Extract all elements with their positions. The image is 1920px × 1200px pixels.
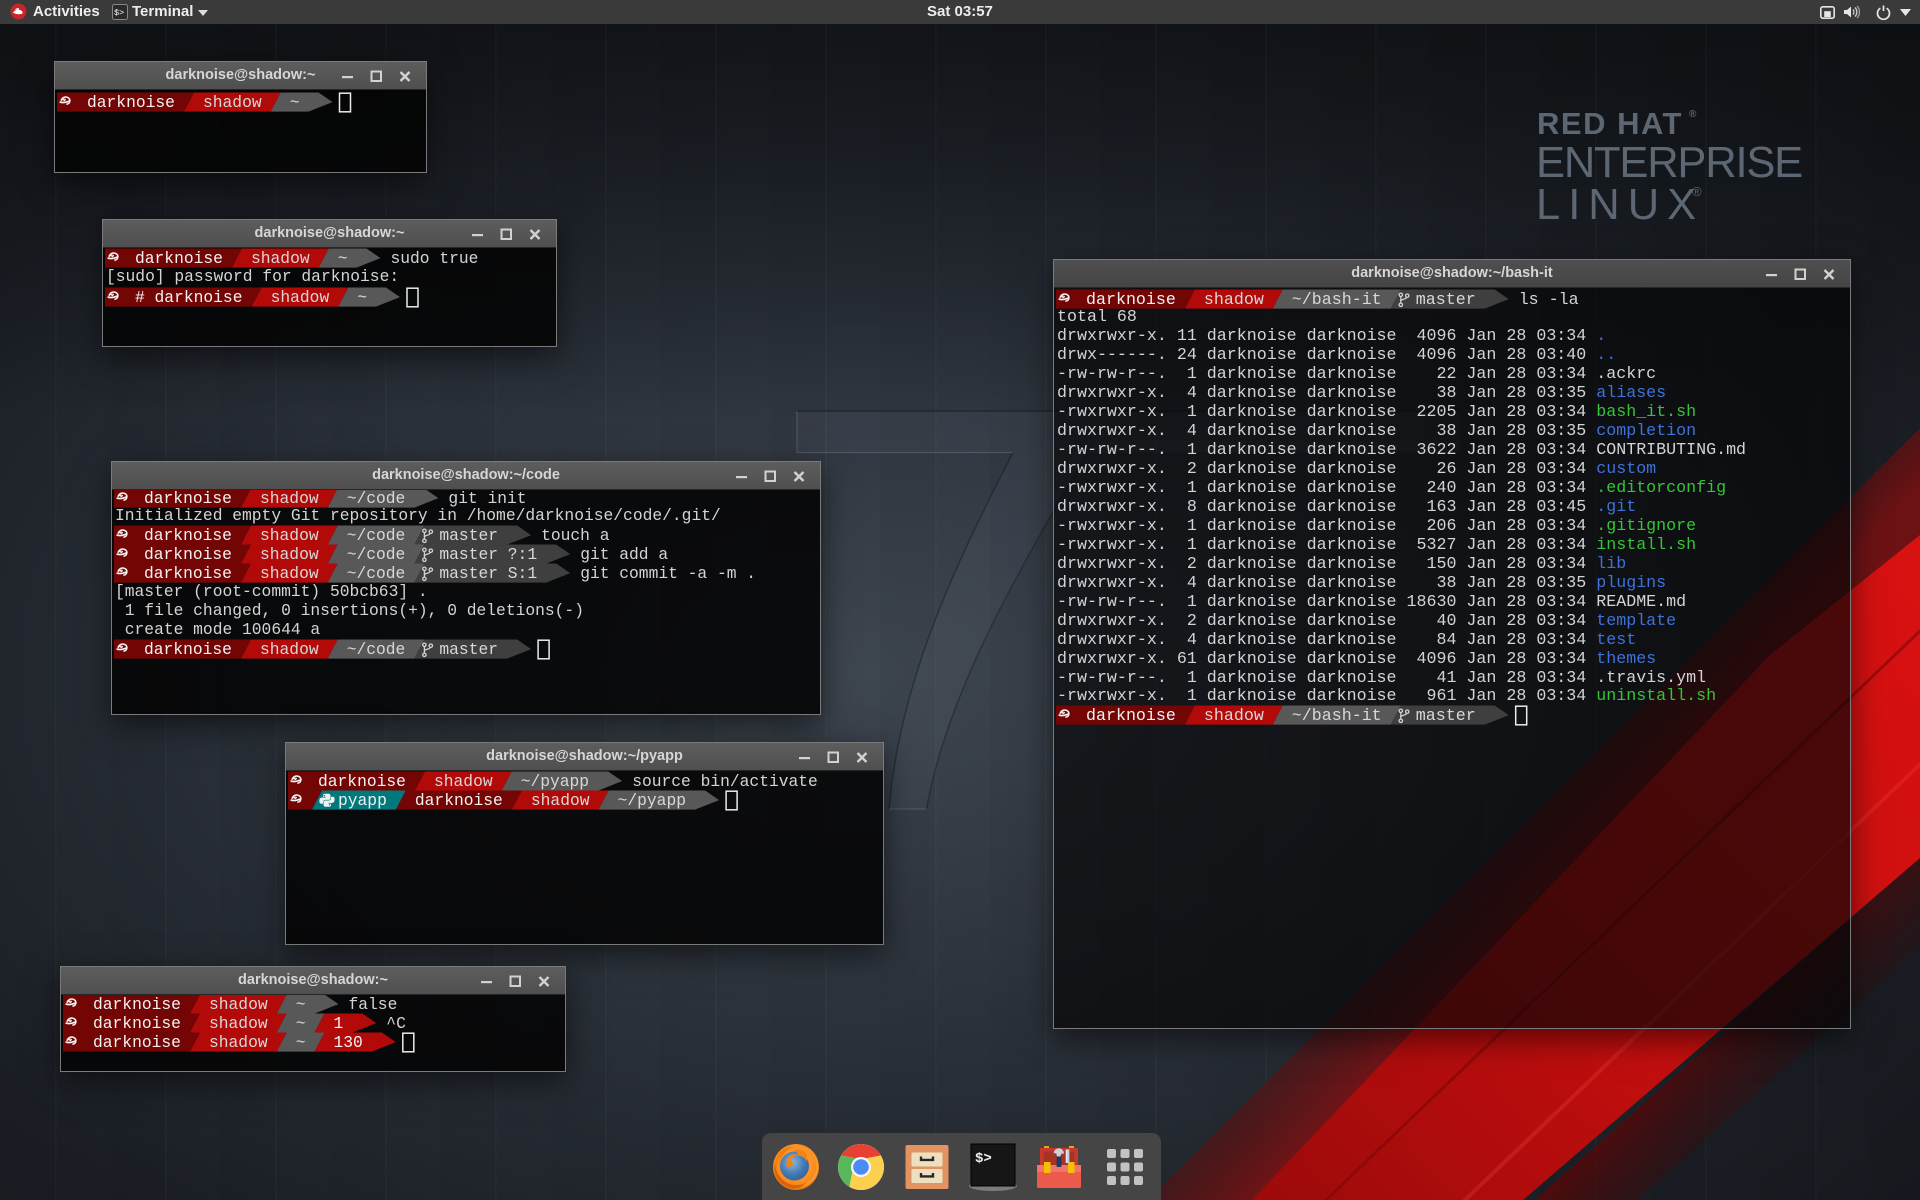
svg-text:darknoise: darknoise xyxy=(135,249,223,268)
svg-text:master: master xyxy=(1416,707,1476,726)
svg-text:source bin/activate: source bin/activate xyxy=(632,772,818,791)
svg-text:shadow: shadow xyxy=(1204,290,1264,309)
svg-text:darknoise: darknoise xyxy=(1086,290,1176,309)
svg-text:master: master xyxy=(1416,290,1476,309)
svg-text:®: ® xyxy=(1689,109,1697,120)
svg-text:~: ~ xyxy=(290,93,300,112)
svg-text:1: 1 xyxy=(334,1014,344,1033)
svg-text:$>: $> xyxy=(114,8,124,18)
svg-text:~/code: ~/code xyxy=(347,640,406,659)
svg-text:darknoise: darknoise xyxy=(144,527,232,546)
svg-text:®: ® xyxy=(1692,184,1702,199)
svg-text:shadow: shadow xyxy=(209,1014,268,1033)
svg-text:darknoise: darknoise xyxy=(93,1014,181,1033)
svg-text:LINUX: LINUX xyxy=(1536,181,1704,229)
svg-text:false: false xyxy=(349,995,398,1014)
svg-text:sudo true: sudo true xyxy=(391,249,479,268)
svg-text:darknoise: darknoise xyxy=(144,490,232,508)
svg-text:darknoise: darknoise xyxy=(144,640,232,659)
svg-text:master: master xyxy=(439,640,498,659)
svg-text:~: ~ xyxy=(296,1014,306,1033)
svg-text:darknoise: darknoise xyxy=(87,93,175,112)
svg-text:pyapp: pyapp xyxy=(338,791,387,810)
svg-text:~/code: ~/code xyxy=(347,564,406,583)
svg-text:~/pyapp: ~/pyapp xyxy=(618,791,686,810)
svg-text:shadow: shadow xyxy=(260,527,319,546)
svg-text:~/code: ~/code xyxy=(347,490,406,508)
svg-text:~: ~ xyxy=(357,288,367,307)
svg-text:shadow: shadow xyxy=(434,772,493,791)
svg-text:^C: ^C xyxy=(386,1014,406,1033)
svg-text:shadow: shadow xyxy=(203,93,262,112)
svg-text:shadow: shadow xyxy=(260,564,319,583)
svg-text:~: ~ xyxy=(296,995,306,1014)
svg-text:~/code: ~/code xyxy=(347,545,406,564)
svg-text:shadow: shadow xyxy=(1204,707,1264,726)
svg-text:ENTERPRISE: ENTERPRISE xyxy=(1536,139,1802,187)
svg-text:ls -la: ls -la xyxy=(1519,290,1579,309)
svg-text:shadow: shadow xyxy=(260,545,319,564)
svg-text:$>: $> xyxy=(975,1151,992,1167)
svg-text:shadow: shadow xyxy=(260,490,319,508)
svg-text:~: ~ xyxy=(338,249,348,268)
svg-text:shadow: shadow xyxy=(260,640,319,659)
svg-text:130: 130 xyxy=(334,1033,363,1052)
svg-text:shadow: shadow xyxy=(271,288,330,307)
svg-text:darknoise: darknoise xyxy=(93,995,181,1014)
svg-text:~/pyapp: ~/pyapp xyxy=(521,772,589,791)
svg-text:~/bash-it: ~/bash-it xyxy=(1292,707,1382,726)
svg-text:darknoise: darknoise xyxy=(318,772,406,791)
svg-text:shadow: shadow xyxy=(531,791,590,810)
svg-text:master ?:1: master ?:1 xyxy=(439,545,537,564)
svg-text:RED HAT: RED HAT xyxy=(1537,106,1683,141)
svg-text:touch a: touch a xyxy=(541,527,610,546)
svg-text:master S:1: master S:1 xyxy=(439,564,537,583)
svg-text:darknoise: darknoise xyxy=(144,564,232,583)
svg-text:shadow: shadow xyxy=(209,1033,268,1052)
svg-text:~: ~ xyxy=(296,1033,306,1052)
svg-text:git commit -a -m .: git commit -a -m . xyxy=(580,564,756,583)
svg-text:~/bash-it: ~/bash-it xyxy=(1292,290,1382,309)
svg-text:darknoise: darknoise xyxy=(1086,707,1176,726)
svg-text:git add a: git add a xyxy=(580,545,668,564)
svg-text:darknoise: darknoise xyxy=(144,545,232,564)
svg-text:shadow: shadow xyxy=(209,995,268,1014)
svg-text:# darknoise: # darknoise xyxy=(135,288,242,307)
svg-text:darknoise: darknoise xyxy=(93,1033,181,1052)
svg-text:darknoise: darknoise xyxy=(415,791,503,810)
svg-text:git init: git init xyxy=(448,490,526,508)
svg-text:shadow: shadow xyxy=(251,249,310,268)
svg-text:master: master xyxy=(439,527,498,546)
svg-text:~/code: ~/code xyxy=(347,527,406,546)
